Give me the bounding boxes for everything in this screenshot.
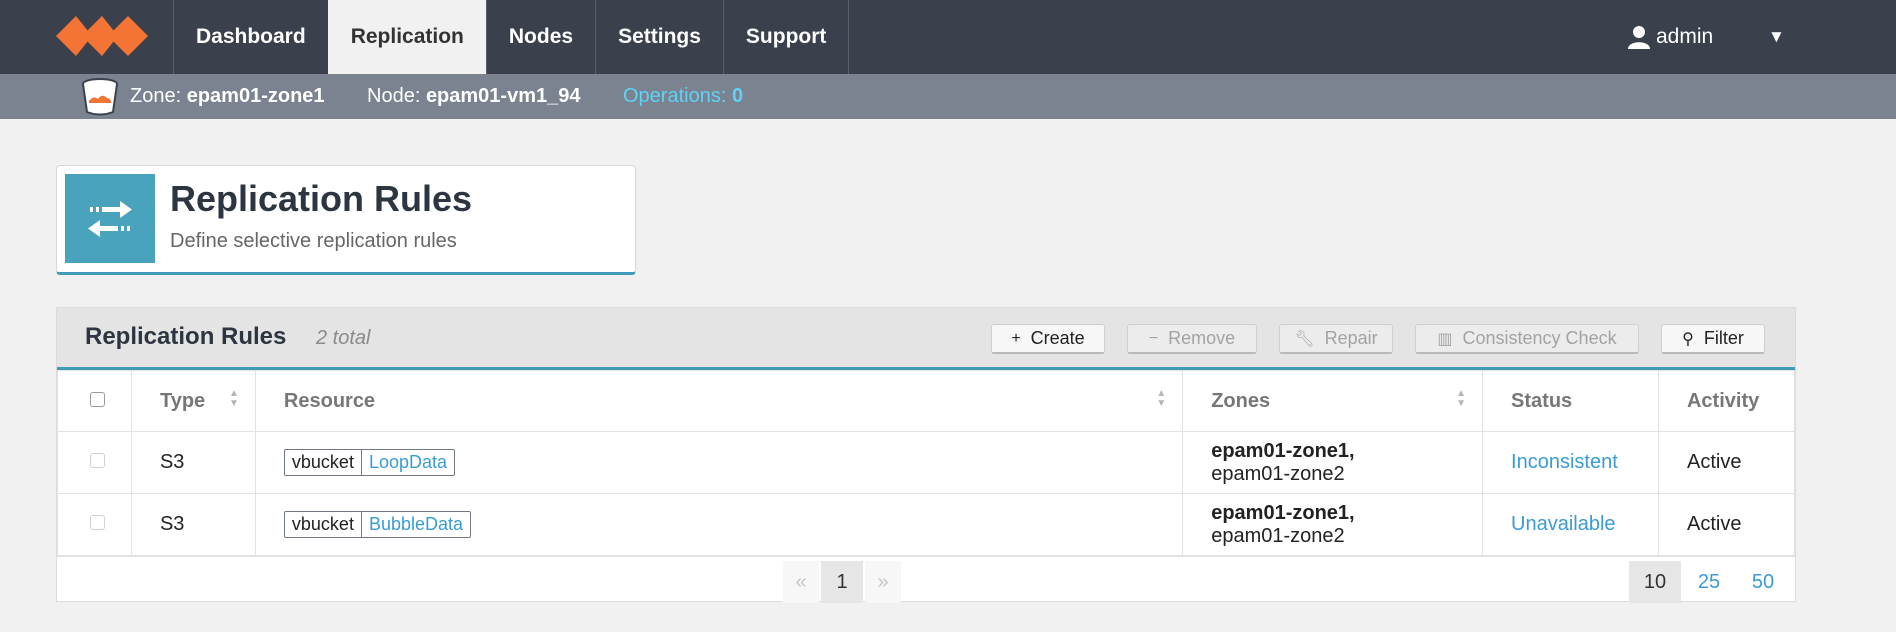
zone-primary: epam01-zone1, <box>1211 501 1355 524</box>
remove-button[interactable]: − Remove <box>1127 324 1257 354</box>
plus-icon: + <box>1011 329 1021 347</box>
resource-tag: vbucket LoopData <box>283 449 456 476</box>
node-label: Node: <box>367 85 421 107</box>
rules-count: 2 total <box>316 327 371 349</box>
type-cell: S3 <box>130 431 256 494</box>
bucket-icon <box>82 78 118 116</box>
logo-icon[interactable] <box>56 13 152 59</box>
prev-page-button[interactable]: « <box>783 561 819 603</box>
status-link[interactable]: Inconsistent <box>1482 431 1659 494</box>
barcode-icon: ▥ <box>1437 330 1453 348</box>
sort-icon: ▲ ▼ <box>1456 388 1467 409</box>
column-resource[interactable]: Resource ▲ ▼ <box>254 370 1184 432</box>
column-type[interactable]: Type ▲ ▼ <box>130 370 256 432</box>
rules-panel: Replication Rules 2 total + Create − Rem… <box>56 307 1796 603</box>
node-value: epam01-vm1_94 <box>425 85 581 107</box>
page-header-card: Replication Rules Define selective repli… <box>56 165 636 275</box>
filter-label: Filter <box>1703 328 1744 348</box>
tab-settings[interactable]: Settings <box>595 0 723 74</box>
column-zones[interactable]: Zones ▲ ▼ <box>1182 370 1484 432</box>
resource-tag: vbucket BubbleData <box>283 511 472 538</box>
current-page[interactable]: 1 <box>821 561 863 603</box>
column-activity: Activity <box>1657 370 1796 432</box>
zone-secondary: epam01-zone2 <box>1211 524 1345 547</box>
row-checkbox[interactable] <box>90 453 105 468</box>
page-size-25[interactable]: 25 <box>1683 561 1735 603</box>
zones-cell: epam01-zone1, epam01-zone2 <box>1182 493 1484 556</box>
column-status-label: Status <box>1511 389 1573 412</box>
search-icon: ⚲ <box>1682 330 1694 348</box>
zone-secondary: epam01-zone2 <box>1211 462 1345 485</box>
rules-table: Type ▲ ▼ Resource ▲ ▼ Zones ▲ ▼ Status Acti… <box>57 370 1796 556</box>
resource-cell: vbucket LoopData <box>254 431 1184 494</box>
tab-replication[interactable]: Replication <box>327 0 486 74</box>
user-name: admin <box>1656 25 1714 48</box>
tab-dashboard[interactable]: Dashboard <box>173 0 328 74</box>
select-all-checkbox[interactable] <box>90 391 105 407</box>
zone-label: Zone: <box>130 85 182 107</box>
user-icon <box>1628 26 1650 49</box>
column-resource-label: Resource <box>283 389 376 412</box>
filter-button[interactable]: ⚲ Filter <box>1661 324 1765 354</box>
user-menu[interactable]: admin <box>1628 0 1713 74</box>
status-link[interactable]: Unavailable <box>1482 493 1659 556</box>
column-type-label: Type <box>159 389 206 412</box>
row-select-cell <box>57 431 132 494</box>
row-checkbox[interactable] <box>90 515 105 530</box>
page-size-10[interactable]: 10 <box>1629 561 1681 603</box>
panel-header: Replication Rules 2 total + Create − Rem… <box>57 308 1795 370</box>
consistency-check-label: Consistency Check <box>1462 328 1617 348</box>
remove-label: Remove <box>1168 328 1236 348</box>
sort-icon: ▲ ▼ <box>1156 388 1167 409</box>
operations-count: 0 <box>731 85 744 107</box>
column-status: Status <box>1482 370 1659 432</box>
pagination: « 1 » 10 25 50 <box>57 556 1795 603</box>
context-bar: Zone: epam01-zone1 Node: epam01-vm1_94 O… <box>0 74 1896 119</box>
resource-kind: vbucket <box>285 450 362 475</box>
table-header-row: Type ▲ ▼ Resource ▲ ▼ Zones ▲ ▼ Status Acti… <box>57 370 1796 432</box>
resource-cell: vbucket BubbleData <box>254 493 1184 556</box>
sort-icon: ▲ ▼ <box>229 388 239 409</box>
column-activity-label: Activity <box>1686 389 1760 412</box>
table-row[interactable]: S3 vbucket BubbleData epam01-zone1, epam… <box>57 493 1796 556</box>
wrench-icon: 🔧︎ <box>1294 330 1315 348</box>
next-page-button[interactable]: » <box>865 561 901 603</box>
activity-cell: Active <box>1657 431 1796 494</box>
activity-cell: Active <box>1657 493 1796 556</box>
chevron-down-icon[interactable]: ▼ <box>1768 27 1785 47</box>
consistency-check-button[interactable]: ▥ Consistency Check <box>1415 324 1639 354</box>
zone-info: Zone: epam01-zone1 <box>130 85 325 108</box>
arrows-exchange-icon <box>65 174 155 263</box>
zone-value: epam01-zone1 <box>186 85 325 107</box>
select-all-cell <box>57 370 132 432</box>
node-info: Node: epam01-vm1_94 <box>367 85 581 108</box>
row-select-cell <box>57 493 132 556</box>
resource-name-link[interactable]: LoopData <box>362 450 454 475</box>
create-button[interactable]: + Create <box>991 324 1105 354</box>
type-cell: S3 <box>130 493 256 556</box>
minus-icon: − <box>1148 329 1159 347</box>
main-nav: Dashboard Replication Nodes Settings Sup… <box>173 0 850 74</box>
zones-cell: epam01-zone1, epam01-zone2 <box>1182 431 1484 494</box>
zone-primary: epam01-zone1, <box>1211 439 1355 462</box>
repair-label: Repair <box>1324 328 1378 348</box>
tab-support[interactable]: Support <box>722 0 850 74</box>
operations-link[interactable]: Operations: 0 <box>623 85 743 108</box>
column-zones-label: Zones <box>1211 389 1271 412</box>
resource-name-link[interactable]: BubbleData <box>362 512 470 537</box>
page-subtitle: Define selective replication rules <box>170 230 457 252</box>
operations-label: Operations: <box>623 85 727 107</box>
repair-button[interactable]: 🔧︎ Repair <box>1279 324 1393 354</box>
page-size-50[interactable]: 50 <box>1737 561 1789 603</box>
top-navbar: Dashboard Replication Nodes Settings Sup… <box>0 0 1896 74</box>
page-title: Replication Rules <box>170 178 473 219</box>
panel-title: Replication Rules <box>85 323 287 350</box>
create-label: Create <box>1030 328 1085 348</box>
tab-nodes[interactable]: Nodes <box>485 0 595 74</box>
table-row[interactable]: S3 vbucket LoopData epam01-zone1, epam01… <box>57 431 1796 494</box>
resource-kind: vbucket <box>285 512 362 537</box>
